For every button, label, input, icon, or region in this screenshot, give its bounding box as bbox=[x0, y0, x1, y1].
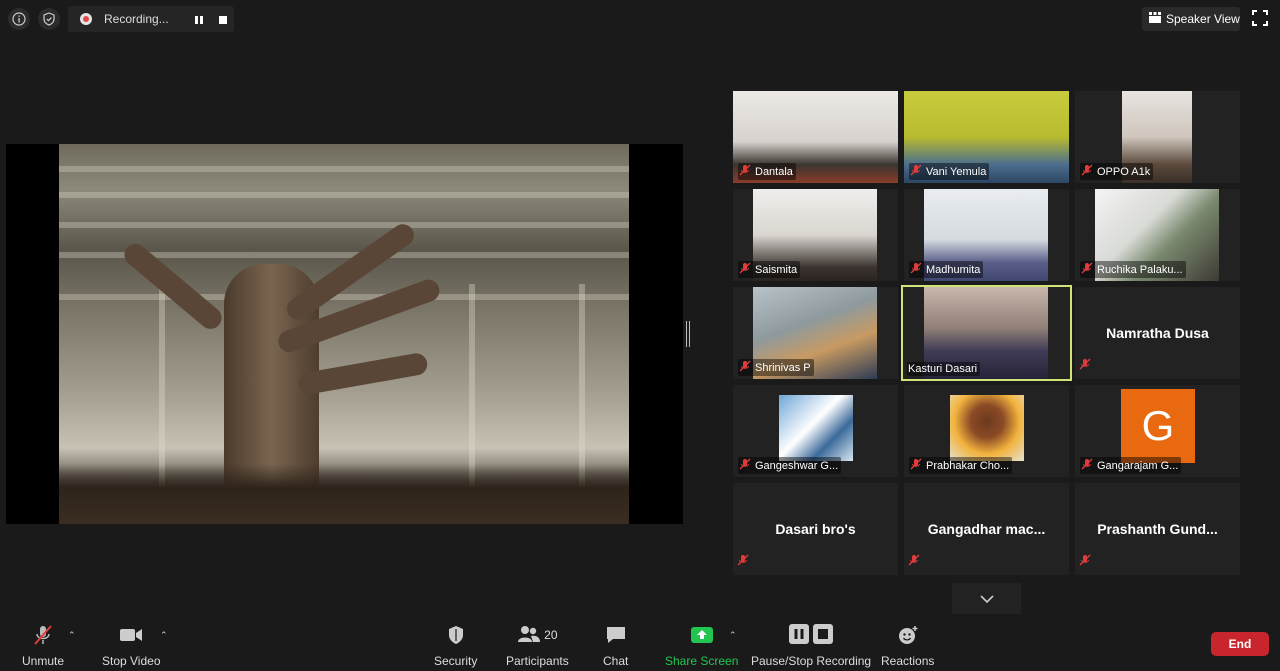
participant-profile-picture bbox=[950, 395, 1024, 461]
muted-mic-icon bbox=[737, 553, 749, 571]
gallery-next-page-button[interactable] bbox=[952, 583, 1021, 614]
participant-name-tag: Saismita bbox=[738, 261, 801, 278]
chat-button[interactable]: Chat bbox=[603, 624, 628, 668]
pause-icon bbox=[789, 623, 810, 647]
participant-name-tag: Kasturi Dasari bbox=[907, 362, 981, 376]
speaker-view-button[interactable]: Speaker View bbox=[1142, 7, 1240, 31]
participant-tile[interactable]: Dantala bbox=[733, 91, 898, 183]
encryption-shield-icon[interactable] bbox=[38, 8, 60, 30]
pause-recording-icon[interactable] bbox=[194, 14, 204, 28]
participant-tile[interactable]: Gangadhar mac... bbox=[904, 483, 1069, 575]
participant-name-tag: Gangarajam G... bbox=[1080, 457, 1182, 474]
share-screen-button[interactable]: Share Screen bbox=[665, 624, 738, 668]
participant-name-tag: Gangeshwar G... bbox=[738, 457, 842, 474]
participant-tile[interactable]: Shrinivas P bbox=[733, 287, 898, 379]
participant-name-centered: Dasari bro's bbox=[775, 521, 856, 537]
chat-bubble-icon bbox=[605, 624, 627, 646]
participant-name-tag: Shrinivas P bbox=[738, 359, 814, 376]
participant-tile[interactable]: G Gangarajam G... bbox=[1075, 385, 1240, 477]
pause-stop-recording-button[interactable]: Pause/Stop Recording bbox=[751, 623, 871, 668]
share-screen-arrow-icon bbox=[690, 624, 714, 646]
speaker-view-label: Speaker View bbox=[1166, 12, 1240, 26]
muted-mic-icon bbox=[739, 164, 751, 179]
participant-tile[interactable]: Saismita bbox=[733, 189, 898, 281]
video-camera-icon bbox=[119, 624, 143, 646]
participant-name-centered: Namratha Dusa bbox=[1106, 325, 1209, 341]
participant-name-tag: Prabhakar Cho... bbox=[909, 457, 1013, 474]
video-options-caret-icon[interactable]: ⌃ bbox=[160, 630, 168, 641]
security-shield-icon bbox=[447, 624, 465, 646]
stop-video-button[interactable]: Stop Video bbox=[102, 624, 161, 668]
recording-indicator: Recording... bbox=[68, 6, 234, 32]
participant-tile[interactable]: Prabhakar Cho... bbox=[904, 385, 1069, 477]
speaker-view-icon bbox=[1149, 12, 1161, 26]
participant-avatar: G bbox=[1121, 389, 1195, 463]
participant-name-centered: Gangadhar mac... bbox=[927, 521, 1046, 537]
participant-tile[interactable]: Vani Yemula bbox=[904, 91, 1069, 183]
muted-microphone-icon bbox=[32, 624, 54, 646]
muted-mic-icon bbox=[1081, 164, 1093, 179]
muted-mic-icon bbox=[910, 262, 922, 277]
participant-name-tag: OPPO A1k bbox=[1080, 163, 1154, 180]
security-button[interactable]: Security bbox=[434, 624, 477, 668]
panel-splitter-handle[interactable] bbox=[686, 321, 690, 347]
fullscreen-icon[interactable] bbox=[1252, 10, 1268, 26]
participant-tile[interactable]: Ruchika Palaku... bbox=[1075, 189, 1240, 281]
participant-tile[interactable]: Madhumita bbox=[904, 189, 1069, 281]
chevron-down-icon bbox=[979, 594, 994, 603]
end-meeting-button[interactable]: End bbox=[1211, 632, 1269, 656]
muted-mic-icon bbox=[910, 458, 922, 473]
stop-recording-icon[interactable] bbox=[218, 14, 228, 28]
meeting-controls-toolbar: Unmute ⌃ Stop Video ⌃ Security 20 Partic… bbox=[0, 618, 1280, 671]
participant-name-tag: Vani Yemula bbox=[909, 163, 990, 180]
participant-tile-active-speaker[interactable]: Kasturi Dasari bbox=[901, 285, 1072, 381]
participant-profile-picture bbox=[779, 395, 853, 461]
muted-mic-icon bbox=[1079, 357, 1091, 375]
muted-mic-icon bbox=[910, 164, 922, 179]
muted-mic-icon bbox=[1079, 553, 1091, 571]
recording-dot-icon bbox=[80, 13, 92, 25]
info-icon[interactable] bbox=[8, 8, 30, 30]
muted-mic-icon bbox=[739, 262, 751, 277]
stop-icon bbox=[813, 623, 834, 647]
participants-button[interactable]: 20 Participants bbox=[506, 624, 569, 668]
smiley-plus-icon bbox=[897, 624, 919, 646]
meeting-top-bar: Recording... Speaker View bbox=[0, 0, 1280, 38]
shared-video-frame bbox=[59, 144, 629, 524]
participant-name-tag: Dantala bbox=[738, 163, 796, 180]
participant-name-centered: Prashanth Gund... bbox=[1097, 521, 1218, 537]
participant-tile[interactable]: OPPO A1k bbox=[1075, 91, 1240, 183]
muted-mic-icon bbox=[739, 458, 751, 473]
participant-tile[interactable]: Namratha Dusa bbox=[1075, 287, 1240, 379]
participant-tile[interactable]: Prashanth Gund... bbox=[1075, 483, 1240, 575]
muted-mic-icon bbox=[739, 360, 751, 375]
participant-tile[interactable]: Gangeshwar G... bbox=[733, 385, 898, 477]
audio-options-caret-icon[interactable]: ⌃ bbox=[68, 630, 76, 641]
muted-mic-icon bbox=[1081, 458, 1093, 473]
participant-name-tag: Madhumita bbox=[909, 261, 984, 278]
participants-count: 20 bbox=[544, 628, 558, 642]
share-options-caret-icon[interactable]: ⌃ bbox=[729, 630, 737, 641]
recording-label: Recording... bbox=[104, 12, 169, 26]
muted-mic-icon bbox=[908, 553, 920, 571]
shared-screen-area bbox=[6, 144, 683, 524]
reactions-button[interactable]: Reactions bbox=[881, 624, 934, 668]
participant-name-tag: Ruchika Palaku... bbox=[1080, 261, 1186, 278]
muted-mic-icon bbox=[1081, 262, 1093, 277]
unmute-button[interactable]: Unmute bbox=[22, 624, 64, 668]
participants-icon bbox=[517, 625, 541, 646]
participant-tile[interactable]: Dasari bro's bbox=[733, 483, 898, 575]
